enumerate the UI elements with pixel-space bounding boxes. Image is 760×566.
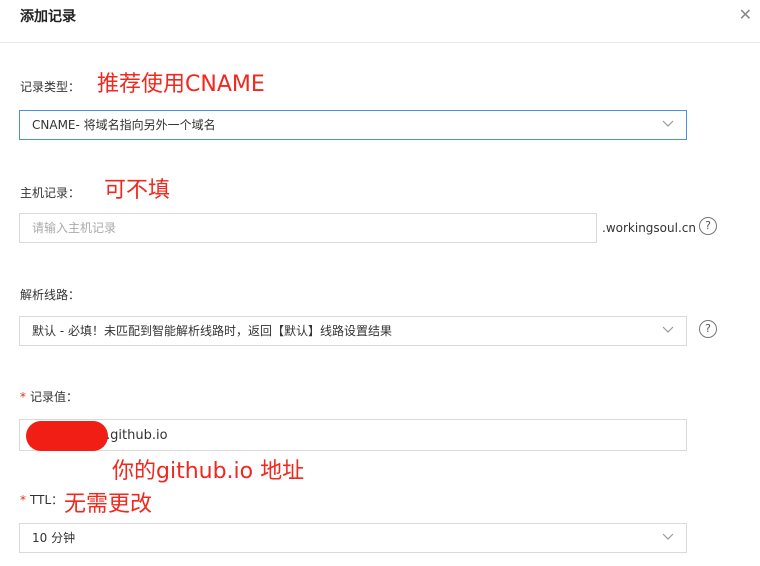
ttl-label-text: TTL： [30,493,64,507]
host-input[interactable]: 请输入主机记录 [19,213,597,243]
record-type-annotation: 推荐使用CNAME [97,72,265,97]
line-selected: 默认 - 必填！未匹配到智能解析线路时，返回【默认】线路设置结果 [32,324,392,338]
value-annotation: 你的github.io 地址 [112,459,305,484]
close-icon[interactable]: ✕ [739,6,752,24]
required-mark: * [20,390,26,404]
host-label: 主机记录： [20,186,81,200]
host-placeholder: 请输入主机记录 [32,221,117,235]
chevron-down-icon [662,533,674,540]
dialog-header: 添加记录 ✕ [0,0,760,43]
dialog-title: 添加记录 [20,9,76,25]
help-icon[interactable]: ? [699,320,717,338]
line-label: 解析线路： [20,288,81,302]
chevron-down-icon [662,120,674,127]
required-mark: * [20,493,26,507]
ttl-select[interactable]: 10 分钟 [19,523,687,553]
record-type-selected: CNAME- 将域名指向另外一个域名 [32,118,216,132]
chevron-down-icon [662,326,674,333]
value-text: .github.io [106,428,168,443]
host-annotation: 可不填 [104,178,171,203]
help-icon[interactable]: ? [699,217,717,235]
redaction-mark [26,421,108,451]
ttl-selected: 10 分钟 [32,531,76,545]
ttl-label: * TTL： [20,491,63,508]
line-select[interactable]: 默认 - 必填！未匹配到智能解析线路时，返回【默认】线路设置结果 [19,316,687,346]
record-type-label: 记录类型： [20,80,81,94]
value-label-text: 记录值： [30,390,79,404]
ttl-annotation: 无需更改 [64,492,153,517]
record-type-select[interactable]: CNAME- 将域名指向另外一个域名 [19,110,687,140]
domain-suffix: .workingsoul.cn [602,221,696,235]
value-label: * 记录值： [20,388,78,405]
